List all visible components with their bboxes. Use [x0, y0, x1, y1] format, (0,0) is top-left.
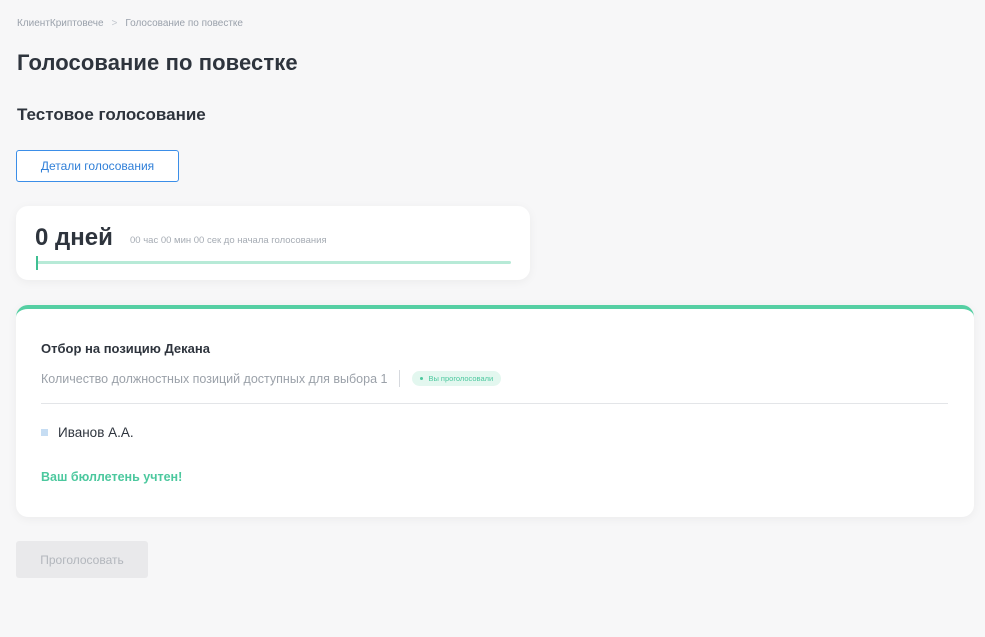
- ballot-card: Отбор на позицию Декана Количество должн…: [16, 305, 974, 517]
- countdown-progress-track: [36, 261, 511, 264]
- candidate-item: Иванов А.А.: [41, 425, 134, 440]
- positions-count-text: Количество должностных позиций доступных…: [41, 371, 388, 386]
- candidate-bullet-icon: [41, 429, 48, 436]
- voting-name: Тестовое голосование: [17, 105, 206, 124]
- ballot-meta: Количество должностных позиций доступных…: [41, 370, 502, 387]
- countdown-days: 0 дней: [35, 224, 113, 251]
- page-title: Голосование по повестке: [17, 50, 298, 75]
- voting-details-button[interactable]: Детали голосования: [16, 150, 179, 182]
- countdown-progress-marker: [36, 256, 38, 270]
- voted-status-label: Вы проголосовали: [428, 374, 494, 383]
- countdown-card: 0 дней 00 час 00 мин 00 сек до начала го…: [16, 206, 530, 280]
- breadcrumb-item-client[interactable]: КлиентКриптовече: [17, 18, 104, 29]
- ballot-title: Отбор на позицию Декана: [41, 341, 210, 356]
- breadcrumb-separator-icon: >: [111, 18, 118, 29]
- meta-divider: [399, 370, 401, 387]
- vote-button[interactable]: Проголосовать: [16, 541, 148, 578]
- candidate-name: Иванов А.А.: [58, 425, 134, 440]
- countdown-remaining-text: 00 час 00 мин 00 сек до начала голосован…: [130, 235, 327, 246]
- ballot-accepted-message: Ваш бюллетень учтен!: [41, 470, 183, 484]
- breadcrumb-item-current: Голосование по повестке: [125, 18, 243, 29]
- voted-status-badge: Вы проголосовали: [412, 371, 502, 386]
- breadcrumb: КлиентКриптовече > Голосование по повест…: [17, 18, 243, 29]
- voting-page: КлиентКриптовече > Голосование по повест…: [0, 0, 985, 637]
- status-dot-icon: [420, 377, 424, 380]
- ballot-divider: [41, 403, 948, 404]
